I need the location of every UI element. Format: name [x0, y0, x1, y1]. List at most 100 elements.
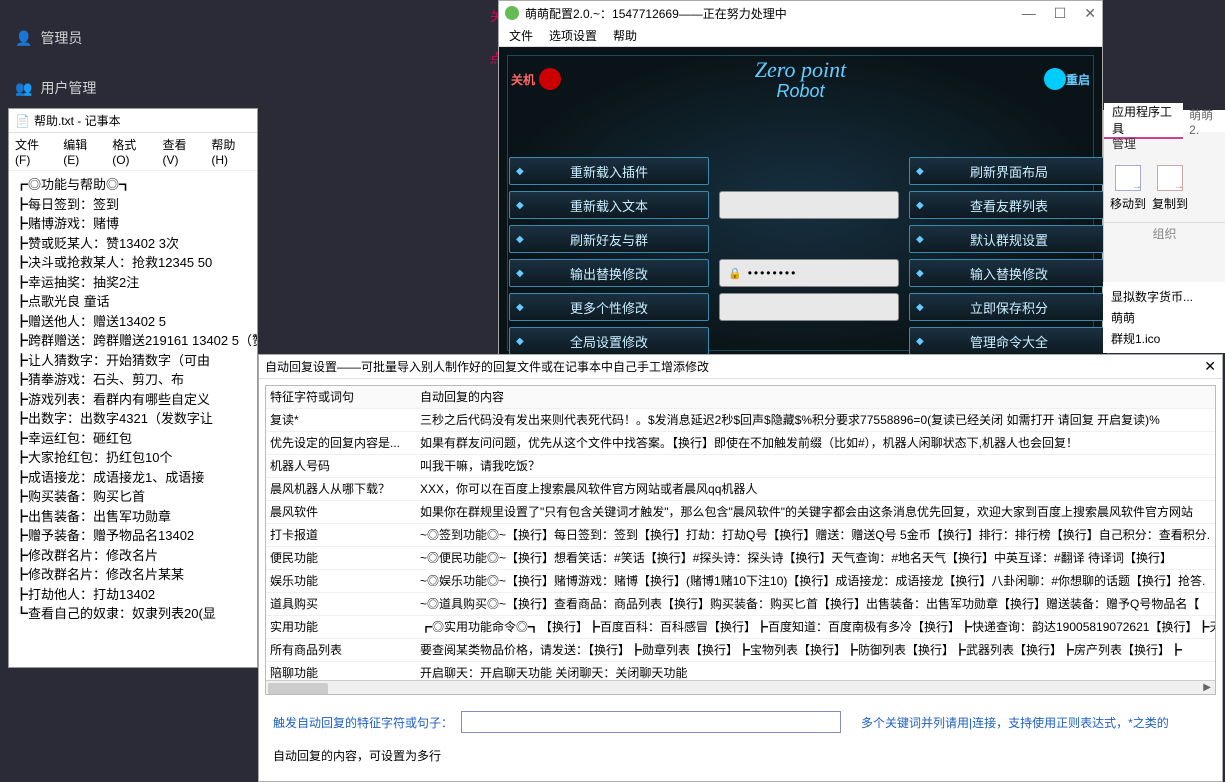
cell-value: 如果你在群规里设置了"只有包含关键词才触发"，那么包含"晨风软件"的关键字都会由…: [416, 501, 1215, 523]
restart-button[interactable]: 重启: [1040, 68, 1090, 90]
close-button[interactable]: ✕: [1204, 358, 1216, 375]
copy-label: 复制到: [1152, 195, 1188, 212]
table-row[interactable]: 娱乐功能~◎娱乐功能◎~【换行】赌博游戏：赌博【换行】(赌博1赌10下注10)【…: [266, 570, 1215, 593]
text-line: ┣赠予装备：赠予物品名13402: [15, 526, 251, 546]
copy-to-button[interactable]: 复制到: [1152, 165, 1188, 212]
robot-titlebar[interactable]: 萌萌配置2.0.~：1547712669——正在努力处理中 — ☐ ✕: [499, 1, 1102, 25]
restart-icon: [1044, 68, 1066, 90]
table-row[interactable]: 便民功能~◎便民功能◎~【换行】想看笑话：#笑话【换行】#探头诗：探头诗【换行】…: [266, 547, 1215, 570]
menu-file[interactable]: 文件: [509, 27, 533, 44]
autoreply-titlebar[interactable]: 自动回复设置——可批量导入别人制作好的回复文件或在记事本中自己手工增添修改 ✕: [259, 355, 1222, 379]
reply-table-scroll[interactable]: 特征字符或词句 自动回复的内容 复读*三秒之后代码没有发出来则代表死代码！。$发…: [266, 386, 1215, 680]
view-groups-button[interactable]: 查看友群列表: [909, 191, 1109, 219]
file-item[interactable]: 群规1.ico: [1107, 328, 1221, 349]
refresh-friends-button[interactable]: 刷新好友与群: [509, 225, 709, 253]
power-off-label: 关机: [511, 71, 535, 88]
users-icon: 👥: [15, 80, 32, 97]
menu-format[interactable]: 格式(O): [112, 136, 152, 167]
text-line: ┣游戏列表：看群内有哪些自定义: [15, 390, 251, 410]
notepad-menubar: 文件(F) 编辑(E) 格式(O) 查看(V) 帮助(H): [9, 133, 257, 171]
table-row[interactable]: 打卡报道~◎签到功能◎~【换行】每日签到：签到【换行】打劫：打劫Q号【换行】赠送…: [266, 524, 1215, 547]
text-line: ┣幸运红包：砸红包: [15, 429, 251, 449]
cell-key: 复读*: [266, 409, 416, 431]
global-settings-button[interactable]: 全局设置修改: [509, 327, 709, 355]
menu-help[interactable]: 帮助: [613, 27, 637, 44]
close-button[interactable]: ✕: [1084, 5, 1096, 22]
notepad-window: 📄 帮助.txt - 记事本 文件(F) 编辑(E) 格式(O) 查看(V) 帮…: [8, 108, 258, 668]
horizontal-scrollbar[interactable]: ▶: [266, 680, 1215, 695]
admin-commands-button[interactable]: 管理命令大全: [909, 327, 1109, 355]
output-replace-button[interactable]: 输出替换修改: [509, 259, 709, 287]
text-line: ┣出售装备：出售军功勋章: [15, 507, 251, 527]
cell-value: 开启聊天：开启聊天功能 关闭聊天：关闭聊天功能: [416, 662, 1215, 680]
table-row[interactable]: 晨风软件如果你在群规里设置了"只有包含关键词才触发"，那么包含"晨风软件"的关键…: [266, 501, 1215, 524]
maximize-button[interactable]: ☐: [1054, 5, 1067, 22]
cell-value: XXX，你可以在百度上搜索晨风软件官方网站或者晨风qq机器人: [416, 478, 1215, 500]
cell-key: 所有商品列表: [266, 639, 416, 661]
ribbon-tab-app-tools[interactable]: 应用程序工具: [1104, 103, 1183, 139]
text-line: ┣让人猜数字：开始猜数字（可由: [15, 351, 251, 371]
power-off-button[interactable]: 关机: [511, 68, 561, 90]
cell-value: 要查阅某类物品价格，请发送：【换行】┣勋章列表【换行】┣宝物列表【换行】┣防御列…: [416, 639, 1215, 661]
table-row[interactable]: 陪聊功能开启聊天：开启聊天功能 关闭聊天：关闭聊天功能: [266, 662, 1215, 680]
table-row[interactable]: 机器人号码叫我干嘛，请我吃饭？: [266, 455, 1215, 478]
default-rules-button[interactable]: 默认群规设置: [909, 225, 1109, 253]
trigger-input[interactable]: [461, 711, 841, 733]
file-item[interactable]: 显拟数字货币...: [1107, 286, 1221, 307]
table-header: 特征字符或词句 自动回复的内容: [266, 386, 1215, 409]
reload-text-button[interactable]: 重新载入文本: [509, 191, 709, 219]
move-icon: [1115, 165, 1141, 191]
scroll-right-icon[interactable]: ▶: [1203, 682, 1211, 693]
move-label: 移动到: [1110, 195, 1146, 212]
text-line: ┣打劫他人：打劫13402: [15, 585, 251, 605]
text-line: ┣决斗或抢救某人：抢救12345 50: [15, 253, 251, 273]
more-custom-button[interactable]: 更多个性修改: [509, 293, 709, 321]
text-line: ┣赠送他人：赠送13402 5: [15, 312, 251, 332]
save-points-button[interactable]: 立即保存积分: [909, 293, 1109, 321]
menu-view[interactable]: 查看(V): [162, 136, 201, 167]
password-input[interactable]: ••••••••: [719, 259, 899, 287]
table-row[interactable]: 实用功能┏◎实用功能命令◎┓【换行】┣百度百科：百科感冒【换行】┣百度知道：百度…: [266, 616, 1215, 639]
window-title: 帮助.txt - 记事本: [34, 112, 121, 129]
menu-file[interactable]: 文件(F): [15, 136, 53, 167]
refresh-layout-button[interactable]: 刷新界面布局: [909, 157, 1109, 185]
ribbon-tab-other[interactable]: 萌萌2.: [1183, 106, 1225, 137]
menu-help[interactable]: 帮助(H): [211, 136, 251, 167]
robot-body: 关机 Zero point Robot 重启 重新载入插件 刷新界面布局 重新载…: [499, 47, 1102, 359]
input-replace-button[interactable]: 输入替换修改: [909, 259, 1109, 287]
menu-options[interactable]: 选项设置: [549, 27, 597, 44]
user-icon: 👤: [15, 30, 32, 47]
table-row[interactable]: 复读*三秒之后代码没有发出来则代表死代码！。$发消息延迟2秒$回声$隐藏$%积分…: [266, 409, 1215, 432]
explorer-ribbon: 应用程序工具 萌萌2. 管理 移动到 复制到 组织: [1103, 110, 1225, 290]
menu-edit[interactable]: 编辑(E): [63, 136, 102, 167]
text-line: ┣修改群名片：修改名片某某: [15, 565, 251, 585]
account-input[interactable]: [719, 191, 899, 219]
cell-value: ~◎签到功能◎~【换行】每日签到：签到【换行】打劫：打劫Q号【换行】赠送：赠送Q…: [416, 524, 1215, 546]
cell-key: 实用功能: [266, 616, 416, 638]
minimize-button[interactable]: —: [1022, 5, 1036, 22]
cell-key: 优先设定的回复内容是...: [266, 432, 416, 454]
file-item[interactable]: 萌萌: [1107, 307, 1221, 328]
sidebar-item-user-mgmt[interactable]: 👥 用户管理: [10, 70, 245, 106]
move-to-button[interactable]: 移动到: [1110, 165, 1146, 212]
file-list: 显拟数字货币... 萌萌 群规1.ico: [1103, 282, 1225, 353]
text-line: ┗查看自己的奴隶：奴隶列表20(显: [15, 604, 251, 624]
table-row[interactable]: 道具购买~◎道具购买◎~【换行】查看商品：商品列表【换行】购买装备：购买匕首【换…: [266, 593, 1215, 616]
cell-value: ~◎道具购买◎~【换行】查看商品：商品列表【换行】购买装备：购买匕首【换行】出售…: [416, 593, 1215, 615]
power-icon: [539, 68, 561, 90]
text-line: ┣幸运抽奖：抽奖2注: [15, 273, 251, 293]
table-row[interactable]: 晨风机器人从哪下载？XXX，你可以在百度上搜索晨风软件官方网站或者晨风qq机器人: [266, 478, 1215, 501]
text-line: ┣成语接龙：成语接龙1、成语接: [15, 468, 251, 488]
table-row[interactable]: 优先设定的回复内容是...如果有群友问问题，优先从这个文件中找答案。【换行】即使…: [266, 432, 1215, 455]
cell-key: 道具购买: [266, 593, 416, 615]
extra-input[interactable]: [719, 293, 899, 321]
robot-config-window: 萌萌配置2.0.~：1547712669——正在努力处理中 — ☐ ✕ 文件 选…: [498, 0, 1103, 360]
notepad-textarea[interactable]: ┏◎功能与帮助◎┓┣每日签到：签到┣赌博游戏：赌博┣赞或贬某人：赞13402 3…: [9, 171, 257, 628]
cell-value: 叫我干嘛，请我吃饭？: [416, 455, 1215, 477]
sidebar-item-admin[interactable]: 👤 管理员: [10, 20, 245, 56]
cell-value: ┏◎实用功能命令◎┓【换行】┣百度百科：百科感冒【换行】┣百度知道：百度南极有多…: [416, 616, 1215, 638]
reload-plugin-button[interactable]: 重新载入插件: [509, 157, 709, 185]
text-line: ┣大家抢红包：扔红包10个: [15, 448, 251, 468]
table-row[interactable]: 所有商品列表要查阅某类物品价格，请发送：【换行】┣勋章列表【换行】┣宝物列表【换…: [266, 639, 1215, 662]
notepad-titlebar[interactable]: 📄 帮助.txt - 记事本: [9, 109, 257, 133]
